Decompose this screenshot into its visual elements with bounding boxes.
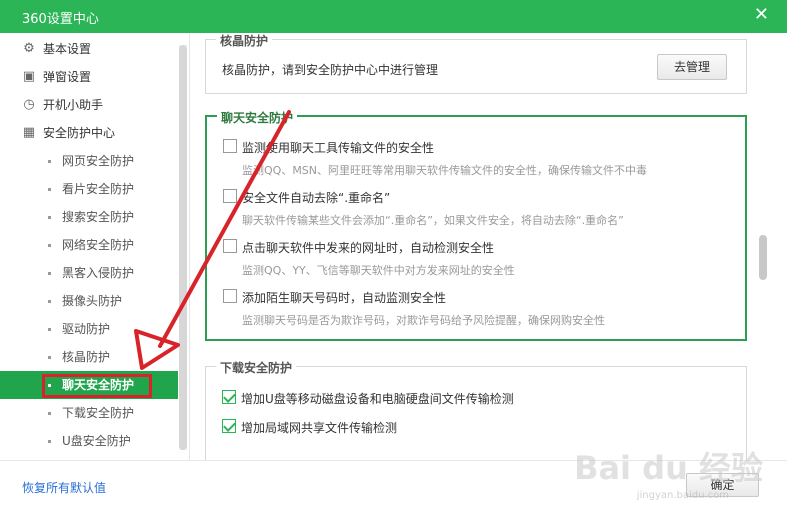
sidebar-scrollbar[interactable] bbox=[179, 45, 187, 450]
download-option-1-checkbox[interactable] bbox=[222, 390, 236, 404]
sidebar-subitem-label: 搜索安全防护 bbox=[62, 210, 135, 224]
bullet bbox=[48, 440, 51, 443]
chat-option-3-checkbox[interactable] bbox=[223, 239, 237, 253]
group-title: 下载安全防护 bbox=[216, 359, 297, 376]
content-scrollbar-thumb[interactable] bbox=[759, 235, 767, 280]
sidebar-subitem-core[interactable]: 核晶防护 bbox=[0, 343, 178, 371]
sidebar-subitem-label: 核晶防护 bbox=[62, 350, 111, 364]
title-bar: 360设置中心 ✕ bbox=[0, 0, 787, 33]
gear-icon: ⚙ bbox=[23, 41, 35, 56]
group-title: 核晶防护 bbox=[216, 33, 273, 49]
chat-option-4-checkbox[interactable] bbox=[223, 289, 237, 303]
chat-option-2-checkbox[interactable] bbox=[223, 189, 237, 203]
chat-option-3-desc: 监测QQ、YY、飞信等聊天软件中对方发来网址的安全性 bbox=[242, 264, 515, 277]
bullet bbox=[48, 356, 51, 359]
manage-button[interactable]: 去管理 bbox=[657, 54, 727, 80]
window-icon: ▣ bbox=[22, 69, 36, 84]
chat-option-1-checkbox[interactable] bbox=[223, 139, 237, 153]
sidebar-item-startup-helper[interactable]: ◷ 开机小助手 bbox=[0, 91, 178, 119]
chat-protect-group: 聊天安全防护 监测使用聊天工具传输文件的安全性 监测QQ、MSN、阿里旺旺等常用… bbox=[205, 109, 747, 341]
sidebar-subitem-label: 网页安全防护 bbox=[62, 154, 135, 168]
bullet bbox=[48, 412, 51, 415]
footer: 恢复所有默认值 确定 bbox=[0, 460, 787, 507]
download-option-1-label[interactable]: 增加U盘等移动磁盘设备和电脑硬盘间文件传输检测 bbox=[241, 390, 514, 407]
core-protect-group: 核晶防护 核晶防护，请到安全防护中心中进行管理 去管理 bbox=[205, 33, 747, 94]
bullet bbox=[48, 300, 51, 303]
download-option-2-checkbox[interactable] bbox=[222, 419, 236, 433]
sidebar-subitem-download[interactable]: 下载安全防护 bbox=[0, 399, 178, 427]
chat-option-4-label[interactable]: 添加陌生聊天号码时，自动监测安全性 bbox=[242, 289, 446, 306]
group-title: 聊天安全防护 bbox=[217, 109, 298, 126]
timer-icon: ◷ bbox=[23, 97, 35, 112]
sidebar-item-popup[interactable]: ▣ 弹窗设置 bbox=[0, 63, 178, 91]
download-protect-group: 下载安全防护 增加U盘等移动磁盘设备和电脑硬盘间文件传输检测 增加局域网共享文件… bbox=[205, 359, 747, 460]
sidebar: ⚙ 基本设置 ▣ 弹窗设置 ◷ 开机小助手 ▦ 安全防护中心 网页安全防护 看片… bbox=[0, 33, 190, 460]
settings-content: 核晶防护 核晶防护，请到安全防护中心中进行管理 去管理 聊天安全防护 监测使用聊… bbox=[191, 33, 787, 460]
chat-option-1-desc: 监测QQ、MSN、阿里旺旺等常用聊天软件传输文件的安全性，确保传输文件不中毒 bbox=[242, 164, 648, 177]
chat-option-3-label[interactable]: 点击聊天软件中发来的网址时，自动检测安全性 bbox=[242, 239, 494, 256]
sidebar-subitem-network[interactable]: 网络安全防护 bbox=[0, 231, 178, 259]
sidebar-subitem-video[interactable]: 看片安全防护 bbox=[0, 175, 178, 203]
sidebar-subitem-label: 下载安全防护 bbox=[62, 406, 135, 420]
ok-button[interactable]: 确定 bbox=[686, 473, 759, 497]
bullet bbox=[48, 216, 51, 219]
restore-defaults-link[interactable]: 恢复所有默认值 bbox=[22, 479, 106, 496]
chat-option-1-label[interactable]: 监测使用聊天工具传输文件的安全性 bbox=[242, 139, 434, 156]
sidebar-subitem-camera[interactable]: 摄像头防护 bbox=[0, 287, 178, 315]
sidebar-scrollbar-thumb[interactable] bbox=[179, 45, 187, 450]
bullet bbox=[48, 244, 51, 247]
sidebar-subitem-label: 驱动防护 bbox=[62, 322, 111, 336]
sidebar-subitem-label: 网络安全防护 bbox=[62, 238, 135, 252]
bullet bbox=[48, 160, 51, 163]
window-title: 360设置中心 bbox=[22, 12, 99, 27]
bullet bbox=[48, 272, 51, 275]
download-option-2-label[interactable]: 增加局域网共享文件传输检测 bbox=[241, 419, 397, 436]
bullet bbox=[48, 188, 51, 191]
sidebar-item-label: 弹窗设置 bbox=[43, 70, 92, 84]
sidebar-subitem-label: 摄像头防护 bbox=[62, 294, 123, 308]
sidebar-item-basic[interactable]: ⚙ 基本设置 bbox=[0, 35, 178, 63]
close-icon[interactable]: ✕ bbox=[754, 5, 769, 25]
sidebar-subitem-web[interactable]: 网页安全防护 bbox=[0, 147, 178, 175]
annotation-highlight-box bbox=[42, 374, 152, 398]
content-scrollbar[interactable] bbox=[759, 50, 767, 455]
bullet bbox=[48, 328, 51, 331]
sidebar-item-security-center[interactable]: ▦ 安全防护中心 bbox=[0, 119, 178, 147]
sidebar-subitem-intrusion[interactable]: 黑客入侵防护 bbox=[0, 259, 178, 287]
sidebar-item-label: 安全防护中心 bbox=[43, 126, 116, 140]
chat-option-2-label[interactable]: 安全文件自动去除“.重命名” bbox=[242, 189, 390, 206]
chat-option-2-desc: 聊天软件传输某些文件会添加“.重命名”，如果文件安全，将自动去除“.重命名” bbox=[242, 214, 624, 227]
sidebar-subitem-label: 看片安全防护 bbox=[62, 182, 135, 196]
sidebar-item-label: 基本设置 bbox=[43, 42, 92, 56]
sidebar-item-label: 开机小助手 bbox=[43, 98, 104, 112]
sidebar-subitem-label: 黑客入侵防护 bbox=[62, 266, 135, 280]
sidebar-subitem-search[interactable]: 搜索安全防护 bbox=[0, 203, 178, 231]
chat-option-4-desc: 监测聊天号码是否为欺诈号码，对欺诈号码给予风险提醒，确保网购安全性 bbox=[242, 314, 605, 327]
settings-window: 360设置中心 ✕ ⚙ 基本设置 ▣ 弹窗设置 ◷ 开机小助手 ▦ 安全防护中心… bbox=[0, 0, 787, 507]
core-protect-description: 核晶防护，请到安全防护中心中进行管理 bbox=[222, 63, 439, 77]
shield-icon: ▦ bbox=[22, 125, 36, 140]
sidebar-subitem-driver[interactable]: 驱动防护 bbox=[0, 315, 178, 343]
sidebar-subitem-usb[interactable]: U盘安全防护 bbox=[0, 427, 178, 455]
sidebar-subitem-label: U盘安全防护 bbox=[62, 434, 131, 448]
